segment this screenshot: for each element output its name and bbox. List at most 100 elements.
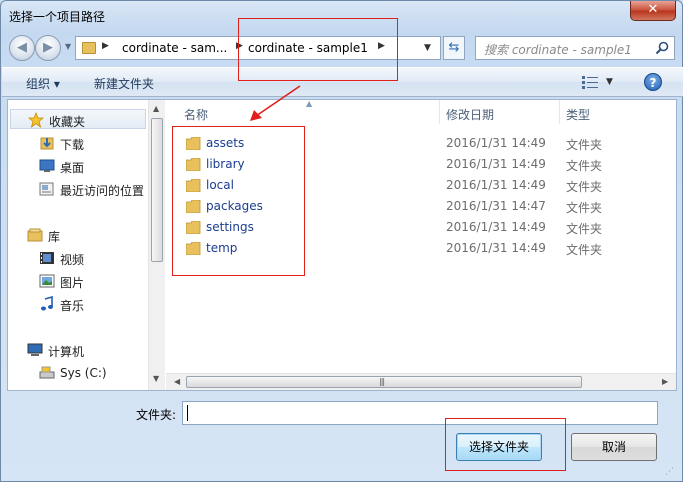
search-icon[interactable] — [654, 40, 670, 56]
sidebar-item-label: 视频 — [60, 253, 85, 267]
sidebar-scrollbar[interactable]: ▲ ▼ — [148, 100, 165, 390]
content-area: 收藏夹 下载 桌面 最近访问的位置 库 视频 图片 音乐 计算机 Sys (C:… — [7, 99, 677, 391]
library-icon — [27, 228, 43, 242]
sidebar-item-label: 桌面 — [60, 161, 85, 175]
scroll-down-icon[interactable]: ▼ — [153, 374, 159, 383]
forward-button[interactable]: ▶ — [35, 35, 61, 61]
drive-icon — [39, 366, 55, 379]
sidebar-group-favorites[interactable]: 收藏夹 — [10, 109, 146, 129]
chevron-right-icon[interactable]: ▶ — [236, 41, 243, 51]
folder-icon — [186, 158, 201, 171]
sidebar-item-label: Sys (C:) — [60, 366, 107, 380]
refresh-button[interactable]: ⇆ — [443, 36, 465, 60]
sidebar-item-recent-places[interactable]: 最近访问的位置 — [8, 179, 148, 199]
select-folder-button[interactable]: 选择文件夹 — [456, 433, 542, 461]
file-list-hscrollbar[interactable]: ◀ ||| ▶ — [166, 373, 676, 390]
sidebar-group-libraries[interactable]: 库 — [8, 225, 148, 245]
navigation-pane: 收藏夹 下载 桌面 最近访问的位置 库 视频 图片 音乐 计算机 Sys (C:… — [8, 100, 166, 390]
downloads-icon — [40, 137, 54, 150]
view-dropdown-icon[interactable]: ▼ — [606, 77, 613, 87]
sidebar-group-label: 库 — [48, 230, 61, 244]
chevron-right-icon[interactable]: ▶ — [102, 41, 109, 51]
sidebar-item-videos[interactable]: 视频 — [8, 248, 148, 268]
scroll-up-icon[interactable]: ▲ — [153, 104, 159, 113]
recent-places-icon — [39, 182, 54, 196]
scroll-right-icon[interactable]: ▶ — [662, 377, 668, 386]
file-row[interactable]: packages 2016/1/31 14:47 文件夹 — [166, 196, 676, 217]
desktop-icon — [39, 159, 55, 172]
sidebar-item-label: 音乐 — [60, 299, 85, 313]
close-icon: ✕ — [647, 2, 659, 17]
file-row[interactable]: library 2016/1/31 14:49 文件夹 — [166, 154, 676, 175]
column-header-type[interactable]: 类型 — [566, 106, 590, 130]
title-bar: 选择一个项目路径 ✕ — [1, 1, 682, 31]
address-dropdown-icon[interactable]: ▼ — [424, 43, 431, 53]
music-icon — [41, 296, 53, 311]
file-name: temp — [206, 241, 238, 255]
file-type: 文件夹 — [566, 138, 603, 152]
column-header-date[interactable]: 修改日期 — [446, 106, 494, 130]
scrollbar-thumb[interactable] — [151, 118, 163, 262]
sidebar-item-drive-c[interactable]: Sys (C:) — [8, 363, 148, 383]
folder-icon — [186, 242, 201, 255]
chevron-right-icon[interactable]: ▶ — [378, 41, 385, 51]
text-caret — [187, 405, 188, 421]
folder-name-input[interactable] — [182, 401, 658, 425]
file-type: 文件夹 — [566, 159, 603, 173]
address-bar[interactable]: ▶ cordinate - sam... ▶ cordinate - sampl… — [75, 36, 441, 60]
pictures-icon — [39, 274, 55, 288]
new-folder-button[interactable]: 新建文件夹 — [94, 75, 154, 92]
folder-field-label: 文件夹: — [136, 408, 177, 422]
help-icon[interactable]: ? — [644, 73, 662, 91]
navigation-bar: ◀ ▶ ▼ ▶ cordinate - sam... ▶ cordinate -… — [7, 33, 677, 61]
sidebar-item-pictures[interactable]: 图片 — [8, 271, 148, 291]
column-divider[interactable] — [439, 100, 440, 124]
view-options-icon[interactable] — [582, 76, 598, 89]
window-title: 选择一个项目路径 — [9, 10, 106, 24]
back-button[interactable]: ◀ — [9, 35, 35, 61]
scroll-left-icon[interactable]: ◀ — [174, 377, 180, 386]
file-row[interactable]: settings 2016/1/31 14:49 文件夹 — [166, 217, 676, 238]
organize-button[interactable]: 组织 ▾ — [26, 75, 60, 92]
file-row[interactable]: assets 2016/1/31 14:49 文件夹 — [166, 133, 676, 154]
file-row[interactable]: local 2016/1/31 14:49 文件夹 — [166, 175, 676, 196]
file-date: 2016/1/31 14:49 — [446, 220, 546, 234]
column-header-name[interactable]: 名称 — [184, 106, 208, 130]
sidebar-item-label: 下载 — [60, 138, 85, 152]
file-name: local — [206, 178, 234, 192]
file-type: 文件夹 — [566, 201, 603, 215]
sidebar-item-music[interactable]: 音乐 — [8, 294, 148, 314]
refresh-icon: ⇆ — [448, 40, 460, 55]
file-row[interactable]: temp 2016/1/31 14:49 文件夹 — [166, 238, 676, 259]
file-date: 2016/1/31 14:49 — [446, 157, 546, 171]
sidebar-item-desktop[interactable]: 桌面 — [8, 156, 148, 176]
file-date: 2016/1/31 14:49 — [446, 136, 546, 150]
file-date: 2016/1/31 14:49 — [446, 178, 546, 192]
file-list: ▲ 名称 修改日期 类型 assets 2016/1/31 14:49 文件夹 … — [166, 99, 676, 390]
file-name: packages — [206, 199, 263, 213]
sidebar-item-label: 图片 — [60, 276, 85, 290]
resize-grip-icon[interactable]: ⋰ — [665, 467, 677, 479]
file-type: 文件夹 — [566, 180, 603, 194]
back-arrow-icon: ◀ — [17, 40, 27, 55]
folder-icon — [82, 42, 96, 54]
breadcrumb-current[interactable]: cordinate - sample1 — [248, 41, 368, 55]
sidebar-item-downloads[interactable]: 下载 — [8, 133, 148, 153]
file-date: 2016/1/31 14:47 — [446, 199, 546, 213]
search-placeholder: 搜索 cordinate - sample1 — [484, 43, 632, 57]
scrollbar-thumb[interactable]: ||| — [186, 376, 582, 388]
column-divider[interactable] — [559, 100, 560, 124]
sidebar-group-computer[interactable]: 计算机 — [8, 340, 148, 360]
breadcrumb-parent[interactable]: cordinate - sam... — [122, 41, 227, 55]
search-input[interactable]: 搜索 cordinate - sample1 — [475, 36, 675, 60]
recent-pages-dropdown-icon[interactable]: ▼ — [65, 42, 71, 51]
file-date: 2016/1/31 14:49 — [446, 241, 546, 255]
file-type: 文件夹 — [566, 243, 603, 257]
folder-icon — [186, 137, 201, 150]
grip-icon: ||| — [379, 377, 385, 386]
sidebar-group-label: 计算机 — [48, 345, 85, 359]
file-dialog-window: 选择一个项目路径 ✕ ◀ ▶ ▼ ▶ cordinate - sam... ▶ … — [0, 0, 683, 482]
computer-icon — [27, 343, 43, 356]
close-button[interactable]: ✕ — [630, 1, 676, 21]
cancel-button[interactable]: 取消 — [571, 433, 657, 461]
